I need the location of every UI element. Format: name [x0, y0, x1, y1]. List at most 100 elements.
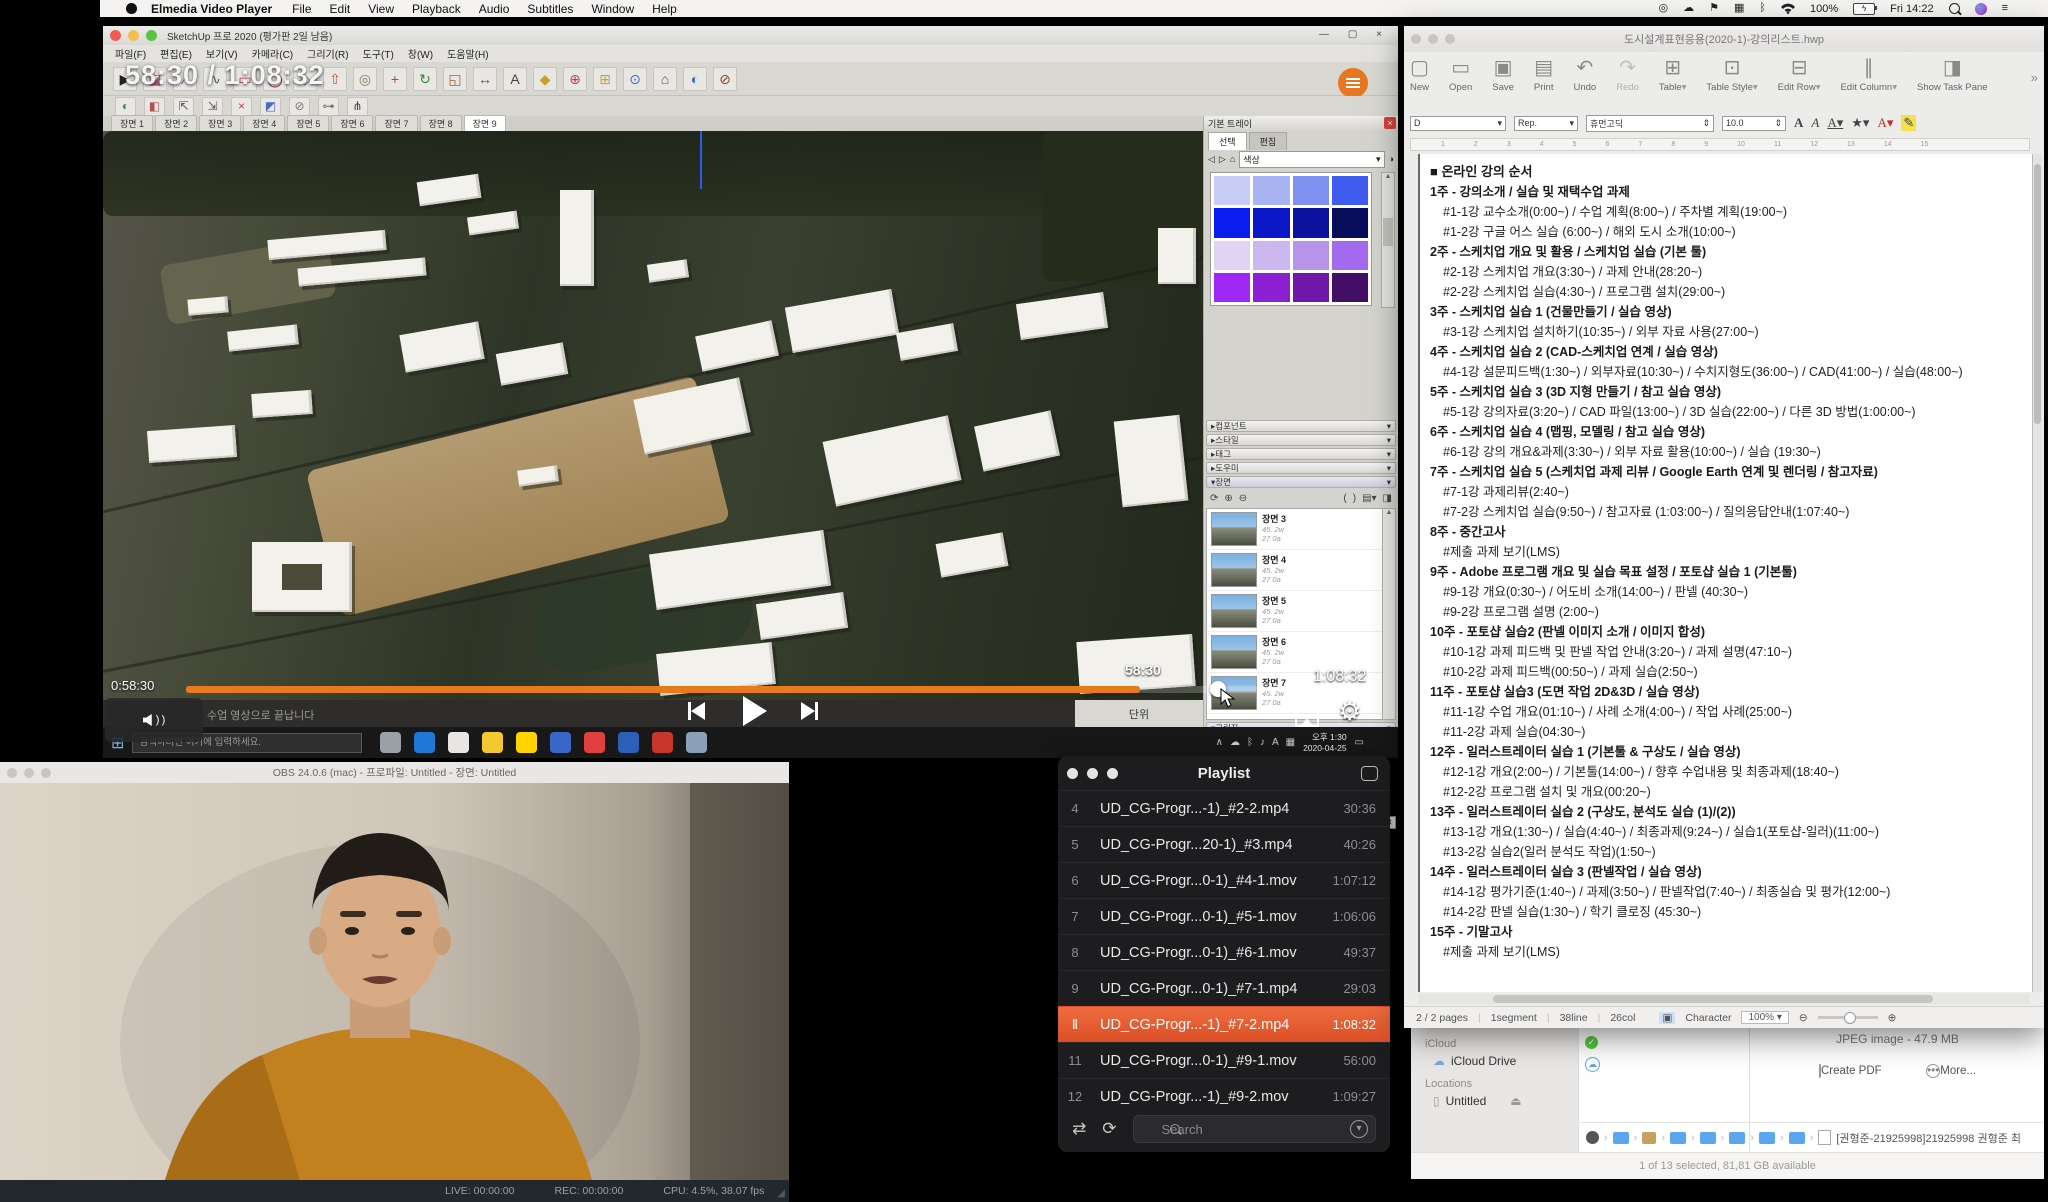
resize-grip[interactable]: ◢ [777, 1188, 785, 1199]
font-dropdown[interactable]: 휴먼고딕⇕ [1586, 115, 1714, 132]
sketchup-menu-item[interactable]: 창(W) [408, 46, 433, 61]
folder-path-icon[interactable] [1670, 1132, 1686, 1144]
folder-path-icon[interactable] [1729, 1132, 1745, 1144]
hwp-toolbar-button[interactable]: ∥ Edit Column▾ [1840, 56, 1897, 93]
bluetooth-icon[interactable]: ᛒ [1759, 3, 1766, 14]
apple-menu-icon[interactable] [126, 3, 137, 14]
windows-clock[interactable]: 오후 1:30 2020-04-25 [1303, 732, 1346, 752]
sidebar-item-untitled[interactable]: ▯Untitled⏏ [1433, 1094, 1578, 1108]
outline-style-button[interactable]: ★▾ [1851, 115, 1869, 131]
bookmark-icon[interactable]: ⚑ [1709, 3, 1719, 14]
italic-button[interactable]: A [1811, 115, 1819, 131]
menu-item[interactable]: View [368, 2, 394, 16]
sketchup-tool-icon[interactable]: ↔ [473, 67, 497, 91]
color-swatch[interactable] [1253, 176, 1289, 205]
battery-icon[interactable]: ϟ [1853, 3, 1875, 15]
previous-button[interactable] [688, 702, 705, 720]
sketchup-tool-icon[interactable]: ⋔ [347, 97, 368, 116]
sidebar-item-icloud-drive[interactable]: ☁iCloud Drive [1433, 1054, 1578, 1068]
settings-gear-icon[interactable]: ⚙ [1338, 696, 1361, 727]
sketchup-tool-icon[interactable]: ⇧ [323, 67, 347, 91]
scene-list-item[interactable]: 장면 645. 2w27 0a [1207, 632, 1385, 673]
sketchup-tool-icon[interactable]: ⌂ [653, 67, 677, 91]
playlist-row[interactable]: 11 UD_CG-Progr...0-1)_#9-1.mov 56:00 [1058, 1042, 1390, 1078]
view-options-icon[interactable]: ▤▾ [1362, 493, 1376, 504]
spotlight-search-icon[interactable] [1949, 3, 1960, 14]
zoom-in-icon[interactable]: ⊕ [1888, 1012, 1897, 1024]
scene-tab[interactable]: 장면 6 [331, 115, 373, 131]
sketchup-tool-icon[interactable]: × [231, 97, 252, 116]
playlist-row[interactable]: 7 UD_CG-Progr...0-1)_#5-1.mov 1:06:06 [1058, 898, 1390, 934]
move-scene-right-icon[interactable]: ) [1353, 493, 1356, 504]
taskbar-app-icon[interactable] [516, 732, 537, 753]
hwp-toolbar-button[interactable]: ◨ Show Task Pane [1917, 56, 1988, 93]
color-swatch[interactable] [1214, 176, 1250, 205]
color-swatch[interactable] [1332, 273, 1368, 302]
hwp-toolbar-button[interactable]: ⊟ Edit Row▾ [1778, 56, 1821, 93]
minimize-button[interactable] [128, 30, 139, 41]
sketchup-tool-icon[interactable]: ◆ [533, 67, 557, 91]
sketchup-menu-item[interactable]: 도구(T) [363, 46, 394, 61]
color-swatch[interactable] [1253, 208, 1289, 237]
close-button[interactable] [110, 30, 121, 41]
menu-clock[interactable]: Fri 14:22 [1890, 3, 1933, 15]
hwp-toolbar-button[interactable]: ↶ Undo [1573, 56, 1596, 93]
app-status-icon[interactable]: ◎ [1659, 3, 1669, 14]
folder-path-icon[interactable] [1759, 1132, 1775, 1144]
color-swatch[interactable] [1293, 273, 1329, 302]
scene-tab[interactable]: 장면 8 [420, 115, 462, 131]
path-file-name[interactable]: [권형준-21925998]21925998 권형준 최 [1836, 1130, 2021, 1146]
next-button[interactable] [801, 702, 818, 720]
taskbar-app-icon[interactable] [652, 732, 673, 753]
sketchup-menu-item[interactable]: 그리기(R) [307, 46, 348, 61]
hwp-toolbar-button[interactable]: ▭ Open [1449, 56, 1472, 93]
rep-dropdown[interactable]: Rep.▾ [1514, 116, 1578, 131]
underline-button[interactable]: A▾ [1827, 115, 1843, 131]
tray-tab-select[interactable]: 선택 [1208, 132, 1247, 150]
taskbar-app-icon[interactable] [686, 732, 707, 753]
highlight-button[interactable]: ✎ [1901, 115, 1916, 131]
sketchup-menu-item[interactable]: 파일(F) [115, 46, 146, 61]
color-swatch[interactable] [1253, 241, 1289, 270]
zoom-slider[interactable] [1818, 1016, 1878, 1019]
menu-item[interactable]: Audio [479, 2, 510, 16]
player-menu-button[interactable] [1338, 68, 1368, 98]
sketchup-menu-item[interactable]: 보기(V) [206, 46, 238, 61]
sketchup-tool-icon[interactable]: ⊘ [713, 67, 737, 91]
eject-icon[interactable]: ⏏ [1510, 1094, 1521, 1108]
insert-mode-icon[interactable]: ▣ [1659, 1012, 1675, 1024]
color-swatch[interactable] [1293, 176, 1329, 205]
wifi-icon[interactable] [1781, 3, 1795, 14]
notification-center-icon[interactable]: ≡ [2002, 3, 2008, 14]
scene-scrollbar[interactable]: ▲ [1382, 508, 1396, 720]
material-type-dropdown[interactable]: 색상▾ [1239, 151, 1384, 168]
forward-arrow-icon[interactable]: ▷ [1219, 154, 1226, 165]
scene-tab[interactable]: 장면 7 [375, 115, 417, 131]
menu-item[interactable]: File [292, 2, 311, 16]
folder-path-icon[interactable] [1789, 1132, 1805, 1144]
tray-icon[interactable]: ᛒ [1247, 737, 1253, 748]
playlist-row[interactable]: 5 UD_CG-Progr...20-1)_#3.mp4 40:26 [1058, 826, 1390, 862]
sketchup-tool-icon[interactable]: ⊘ [289, 97, 310, 116]
sketchup-tool-icon[interactable]: ⊙ [623, 67, 647, 91]
scene-tab[interactable]: 장면 2 [155, 115, 197, 131]
tray-section-tags[interactable]: ▸ 태그▾ [1206, 448, 1396, 460]
disk-path-icon[interactable] [1586, 1131, 1599, 1144]
hwp-toolbar-button[interactable]: ⊞ Table▾ [1659, 56, 1687, 93]
hwp-toolbar-button[interactable]: ▢ New [1410, 56, 1429, 93]
sketchup-tool-icon[interactable]: ⊕ [563, 67, 587, 91]
hwp-toolbar-button[interactable]: ▤ Print [1534, 56, 1554, 93]
tray-icon[interactable]: ♪ [1260, 737, 1265, 748]
playlist-row[interactable]: 6 UD_CG-Progr...0-1)_#4-1.mov 1:07:12 [1058, 862, 1390, 898]
scene-tab[interactable]: 장면 3 [199, 115, 241, 131]
refresh-scene-icon[interactable]: ⟳ [1210, 493, 1218, 504]
color-swatch[interactable] [1214, 208, 1250, 237]
menu-app-name[interactable]: Elmedia Video Player [151, 2, 272, 16]
scene-tab[interactable]: 장면 4 [243, 115, 285, 131]
cloud-icon[interactable]: ☁ [1683, 3, 1694, 14]
taskbar-app-icon[interactable] [550, 732, 571, 753]
taskbar-app-icon[interactable] [482, 732, 503, 753]
sketchup-menu-item[interactable]: 카메라(C) [252, 46, 293, 61]
scene-tab[interactable]: 장면 1 [111, 115, 153, 131]
scene-tab[interactable]: 장면 9 [464, 115, 506, 131]
